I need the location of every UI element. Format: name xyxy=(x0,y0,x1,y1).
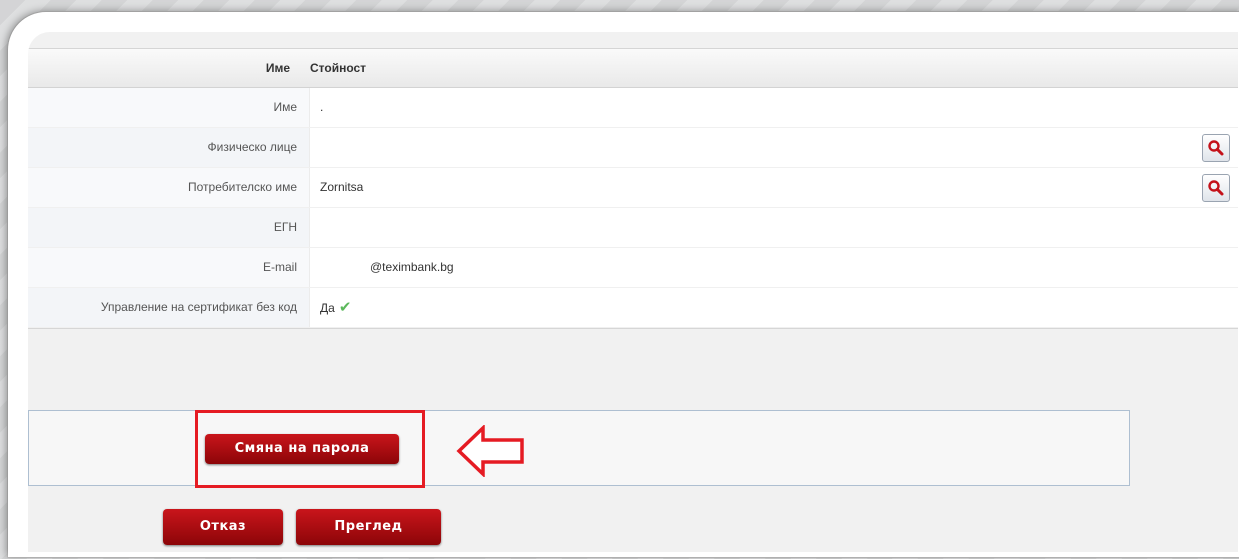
left-arrow-icon xyxy=(456,425,524,477)
email-domain: @teximbank.bg xyxy=(370,260,454,274)
highlight-box xyxy=(195,410,425,488)
cert-mgmt-value: Да xyxy=(320,301,335,315)
row-label: Име xyxy=(28,88,310,127)
row-value xyxy=(310,128,320,167)
header-value: Стойност xyxy=(310,61,367,75)
lookup-button[interactable] xyxy=(1202,174,1230,202)
user-details-table: Име Стойност Име . Физическо лице Потреб xyxy=(28,48,1238,329)
table-row: Физическо лице xyxy=(28,128,1238,168)
table-header: Име Стойност xyxy=(28,48,1238,88)
row-label: E-mail xyxy=(28,248,310,287)
lookup-button[interactable] xyxy=(1202,134,1230,162)
row-value: @teximbank.bg xyxy=(310,248,454,287)
row-value: . xyxy=(320,100,324,114)
table-row: Управление на сертификат без код Да ✔ xyxy=(28,288,1238,328)
row-value xyxy=(310,208,320,247)
magnifier-icon xyxy=(1208,180,1224,196)
row-label: Физическо лице xyxy=(28,128,310,167)
magnifier-icon xyxy=(1208,140,1224,156)
table-row: E-mail @teximbank.bg xyxy=(28,248,1238,288)
table-row: Потребителско име Zornitsa xyxy=(28,168,1238,208)
table-row: ЕГН xyxy=(28,208,1238,248)
form-frame: Име Стойност Име . Физическо лице Потреб xyxy=(28,32,1238,552)
row-value: Да ✔ xyxy=(310,288,351,327)
row-label: Управление на сертификат без код xyxy=(28,288,310,327)
row-label: ЕГН xyxy=(28,208,310,247)
cancel-button[interactable]: Отказ xyxy=(163,509,283,545)
row-label: Потребителско име xyxy=(28,168,310,207)
preview-button[interactable]: Преглед xyxy=(296,509,441,545)
row-value: Zornitsa xyxy=(320,180,364,194)
header-name: Име xyxy=(265,61,290,75)
check-icon: ✔ xyxy=(338,299,352,316)
window-card: Име Стойност Име . Физическо лице Потреб xyxy=(8,12,1239,557)
password-panel xyxy=(28,410,1130,486)
table-row: Име . xyxy=(28,88,1238,128)
